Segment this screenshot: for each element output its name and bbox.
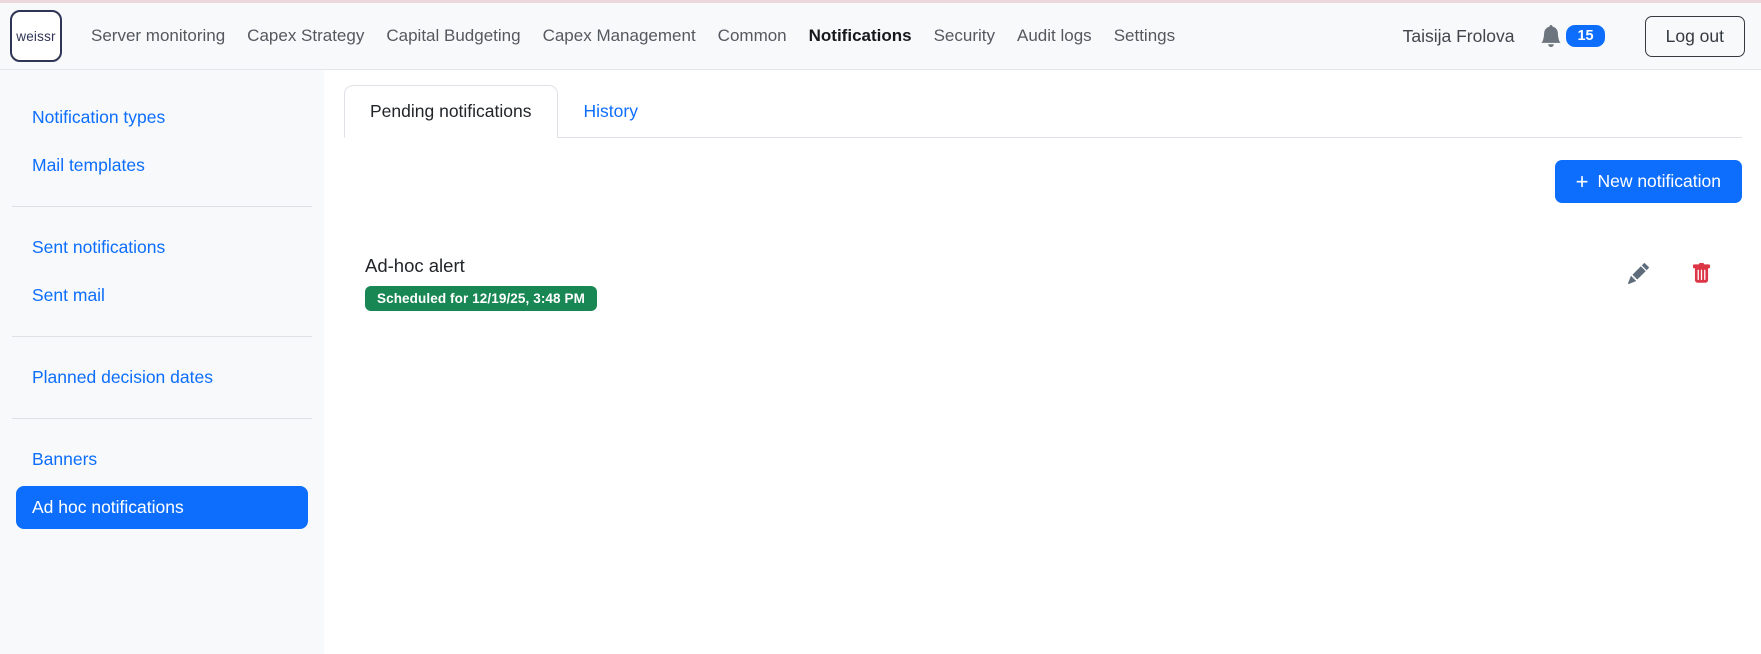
user-name: Taisija Frolova — [1403, 26, 1515, 47]
main-panel: Pending notifications History + New noti… — [324, 70, 1761, 654]
sidebar-divider — [12, 336, 312, 337]
nav-item-common[interactable]: Common — [707, 18, 798, 54]
plus-icon: + — [1576, 173, 1589, 190]
tab-history[interactable]: History — [558, 85, 664, 138]
nav-item-server-monitoring[interactable]: Server monitoring — [80, 18, 236, 54]
new-notification-button[interactable]: + New notification — [1555, 160, 1742, 203]
scheduled-badge: Scheduled for 12/19/25, 3:48 PM — [365, 286, 597, 311]
nav-item-security[interactable]: Security — [923, 18, 1006, 54]
weissr-logo-text: weissr — [16, 29, 55, 44]
nav-item-audit-logs[interactable]: Audit logs — [1006, 18, 1103, 54]
nav-item-capital-budgeting[interactable]: Capital Budgeting — [375, 18, 531, 54]
sidebar-item-notification-types[interactable]: Notification types — [16, 96, 308, 139]
edit-notification-button[interactable] — [1628, 263, 1649, 284]
notifications-bell[interactable]: 15 — [1540, 25, 1604, 47]
delete-notification-button[interactable] — [1691, 263, 1712, 284]
sidebar-item-planned-decision-dates[interactable]: Planned decision dates — [16, 356, 308, 399]
sidebar-item-sent-notifications[interactable]: Sent notifications — [16, 226, 308, 269]
sidebar-divider — [12, 206, 312, 207]
nav-item-capex-management[interactable]: Capex Management — [532, 18, 707, 54]
weissr-logo[interactable]: weissr — [10, 10, 62, 62]
app-window: weissr Server monitoring Capex Strategy … — [0, 0, 1761, 654]
top-navbar: weissr Server monitoring Capex Strategy … — [0, 3, 1761, 70]
sidebar-item-mail-templates[interactable]: Mail templates — [16, 144, 308, 187]
trash-icon — [1691, 272, 1712, 287]
tab-pending-notifications[interactable]: Pending notifications — [344, 85, 558, 138]
logout-button[interactable]: Log out — [1645, 16, 1745, 57]
actions-row: + New notification — [344, 160, 1742, 203]
notifications-tabbar: Pending notifications History — [344, 85, 1742, 138]
pencil-icon — [1628, 272, 1649, 287]
pending-notification-row: Ad-hoc alert Scheduled for 12/19/25, 3:4… — [344, 255, 1742, 311]
sidebar: Notification types Mail templates Sent n… — [0, 70, 324, 654]
nav-item-settings[interactable]: Settings — [1103, 18, 1186, 54]
bell-icon — [1540, 25, 1562, 47]
navbar-right: Taisija Frolova 15 Log out — [1403, 16, 1745, 57]
main-nav: Server monitoring Capex Strategy Capital… — [80, 18, 1186, 54]
new-notification-button-label: New notification — [1597, 171, 1721, 192]
nav-item-notifications[interactable]: Notifications — [798, 18, 923, 54]
notification-count-badge: 15 — [1566, 25, 1604, 47]
sidebar-item-banners[interactable]: Banners — [16, 438, 308, 481]
nav-item-capex-strategy[interactable]: Capex Strategy — [236, 18, 375, 54]
notification-info: Ad-hoc alert Scheduled for 12/19/25, 3:4… — [344, 255, 1628, 311]
sidebar-item-sent-mail[interactable]: Sent mail — [16, 274, 308, 317]
sidebar-divider — [12, 418, 312, 419]
sidebar-item-ad-hoc-notifications[interactable]: Ad hoc notifications — [16, 486, 308, 529]
notification-actions — [1628, 255, 1742, 284]
content-area: Notification types Mail templates Sent n… — [0, 70, 1761, 654]
notification-title: Ad-hoc alert — [365, 255, 1628, 277]
